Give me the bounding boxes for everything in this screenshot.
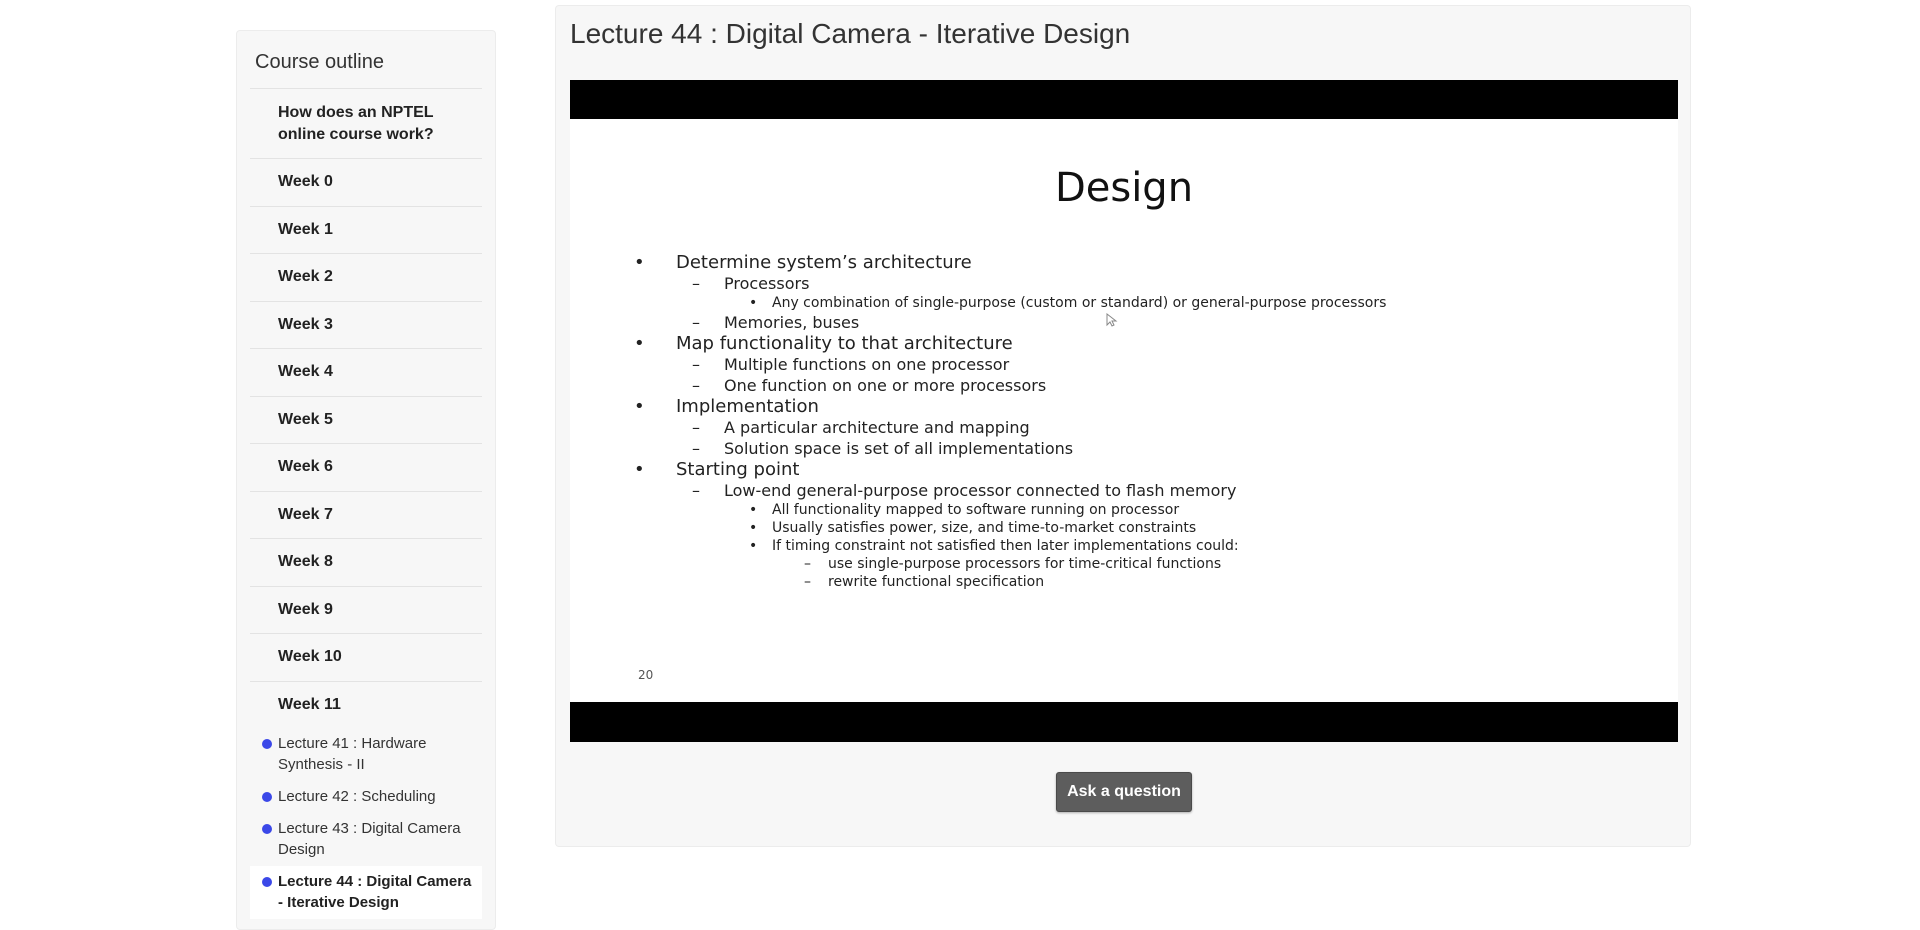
- outline-list: How does an NPTEL online course work? We…: [250, 88, 482, 728]
- lecture-item-43[interactable]: Lecture 43 : Digital Camera Design: [250, 813, 482, 866]
- lecture-item-label: Lecture 42 : Scheduling: [278, 788, 436, 805]
- lecture-item-label: Lecture 44 : Digital Camera - Iterative …: [278, 873, 472, 911]
- outline-item-week-2[interactable]: Week 2: [250, 254, 482, 302]
- outline-item-week-3[interactable]: Week 3: [250, 302, 482, 349]
- ask-question-button[interactable]: Ask a question: [1056, 772, 1192, 812]
- page-title: Lecture 44 : Digital Camera - Iterative …: [570, 18, 1131, 49]
- status-dot-icon: [262, 739, 272, 749]
- slide-page-number: 20: [638, 668, 654, 682]
- slide-sub-bullet: One function on one or more processors: [630, 375, 1386, 396]
- slide-sub-bullet: Multiple functions on one processor: [630, 354, 1386, 375]
- slide-sub-sub-bullet: Usually satisfies power, size, and time-…: [630, 519, 1386, 537]
- lecture-item-42[interactable]: Lecture 42 : Scheduling: [250, 781, 482, 813]
- sidebar-title: Course outline: [255, 51, 384, 73]
- outline-item-week-0[interactable]: Week 0: [250, 159, 482, 207]
- status-dot-icon: [262, 877, 272, 887]
- outline-item-week-1[interactable]: Week 1: [250, 207, 482, 254]
- slide-sub-bullet: A particular architecture and mapping: [630, 417, 1386, 438]
- outline-item-week-11[interactable]: Week 11: [250, 682, 482, 729]
- slide-bullet: Map functionality to that architecture: [630, 333, 1386, 354]
- lecture-panel: Lecture 44 : Digital Camera - Iterative …: [555, 5, 1691, 847]
- week-11-lecture-list: Lecture 41 : Hardware Synthesis - II Lec…: [250, 728, 482, 919]
- outline-item-week-7[interactable]: Week 7: [250, 492, 482, 539]
- slide-sub-bullet: Processors: [630, 273, 1386, 294]
- outline-item-week-8[interactable]: Week 8: [250, 539, 482, 587]
- slide-sub-sub-bullet: Any combination of single-purpose (custo…: [630, 294, 1386, 312]
- slide-bullets: Determine system’s architecture Processo…: [630, 252, 1386, 591]
- status-dot-icon: [262, 792, 272, 802]
- slide-level4-bullet: rewrite functional specification: [630, 573, 1386, 591]
- lecture-slide: Design Determine system’s architecture P…: [570, 119, 1678, 702]
- lecture-item-label: Lecture 41 : Hardware Synthesis - II: [278, 735, 427, 773]
- slide-level4-bullet: use single-purpose processors for time-c…: [630, 555, 1386, 573]
- course-outline-sidebar: Course outline How does an NPTEL online …: [236, 30, 496, 930]
- lecture-item-44-active[interactable]: Lecture 44 : Digital Camera - Iterative …: [250, 866, 482, 919]
- slide-sub-sub-bullet: All functionality mapped to software run…: [630, 501, 1386, 519]
- slide-heading: Design: [1054, 165, 1194, 211]
- outline-item-how-course-works[interactable]: How does an NPTEL online course work?: [250, 89, 482, 159]
- slide-bullet: Starting point: [630, 459, 1386, 480]
- lecture-item-label: Lecture 43 : Digital Camera Design: [278, 820, 461, 858]
- slide-sub-bullet: Solution space is set of all implementat…: [630, 438, 1386, 459]
- lecture-item-41[interactable]: Lecture 41 : Hardware Synthesis - II: [250, 728, 482, 781]
- outline-item-week-10[interactable]: Week 10: [250, 634, 482, 682]
- slide-sub-sub-bullet: If timing constraint not satisfied then …: [630, 537, 1386, 555]
- slide-bullet: Determine system’s architecture: [630, 252, 1386, 273]
- outline-item-week-4[interactable]: Week 4: [250, 349, 482, 397]
- video-player[interactable]: Design Determine system’s architecture P…: [570, 80, 1678, 742]
- slide-sub-bullet: Low-end general-purpose processor connec…: [630, 480, 1386, 501]
- status-dot-icon: [262, 824, 272, 834]
- slide-bullet: Implementation: [630, 396, 1386, 417]
- slide-sub-bullet: Memories, buses: [630, 312, 1386, 333]
- outline-item-week-6[interactable]: Week 6: [250, 444, 482, 492]
- outline-item-week-5[interactable]: Week 5: [250, 397, 482, 444]
- outline-item-week-9[interactable]: Week 9: [250, 587, 482, 634]
